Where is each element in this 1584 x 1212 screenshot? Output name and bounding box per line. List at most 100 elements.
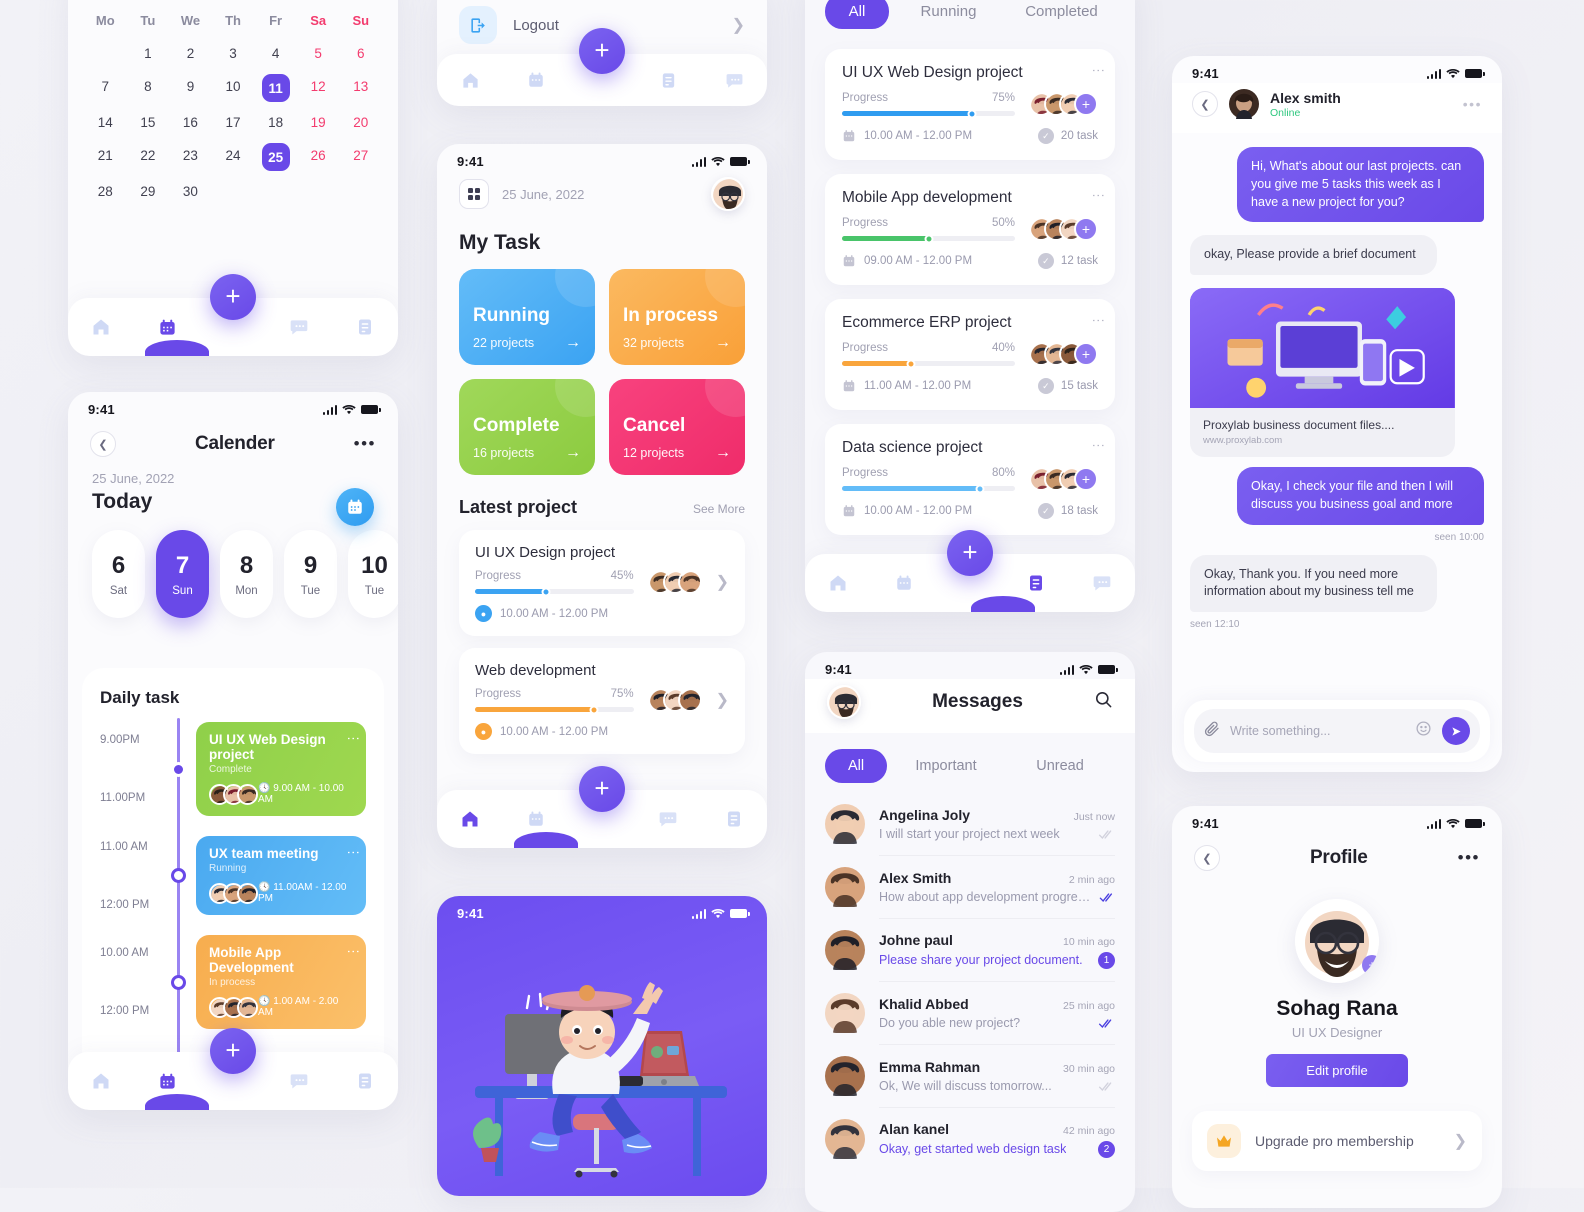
calendar-day[interactable]: 1: [127, 37, 170, 70]
message-list-item[interactable]: Emma Rahman 30 min ago Ok, We will discuss…: [805, 1045, 1135, 1107]
add-photo-icon[interactable]: +: [1362, 955, 1379, 975]
add-button[interactable]: +: [579, 28, 625, 74]
task-menu-icon[interactable]: ⋮: [346, 945, 361, 958]
avatar[interactable]: [711, 177, 745, 211]
project-card[interactable]: ⋮ Data science project Progress 80% +10.00 A…: [825, 424, 1115, 535]
add-member-button[interactable]: +: [1074, 92, 1098, 116]
avatar[interactable]: +: [1295, 899, 1379, 983]
grid-menu-button[interactable]: [459, 179, 489, 209]
nav-chat-icon[interactable]: [1091, 572, 1113, 594]
calendar-day[interactable]: 10: [212, 70, 255, 106]
back-button[interactable]: ❮: [1192, 91, 1218, 117]
nav-home-icon[interactable]: [827, 572, 849, 594]
more-options-icon[interactable]: •••: [1463, 97, 1482, 111]
back-button[interactable]: ❮: [90, 431, 116, 457]
nav-doc-icon[interactable]: [723, 808, 745, 830]
add-button[interactable]: +: [210, 1028, 256, 1074]
send-button[interactable]: [1442, 717, 1470, 745]
calendar-day[interactable]: 19: [297, 106, 340, 139]
project-filter-tabs[interactable]: All Running Completed: [805, 0, 1135, 35]
see-more-link[interactable]: See More: [693, 502, 745, 516]
upgrade-pro-row[interactable]: Upgrade pro membership ❯: [1192, 1111, 1482, 1171]
calendar-day[interactable]: 23: [169, 139, 212, 175]
project-card[interactable]: Web development Progress 75% ❯ ● 10.00 AM - 1…: [459, 648, 745, 754]
message-input[interactable]: Write something...: [1230, 724, 1405, 738]
calendar-day[interactable]: 28: [84, 175, 127, 208]
nav-home-icon[interactable]: [459, 808, 481, 830]
message-list-item[interactable]: Khalid Abbed 25 min ago Do you able new pr…: [805, 982, 1135, 1044]
calendar-day[interactable]: 26: [297, 139, 340, 175]
project-menu-icon[interactable]: ⋮: [1091, 439, 1106, 452]
edit-profile-button[interactable]: Edit profile: [1266, 1054, 1408, 1087]
calendar-day[interactable]: 6: [339, 37, 382, 70]
calendar-day-selected[interactable]: 11: [261, 74, 290, 102]
project-menu-icon[interactable]: ⋮: [1091, 189, 1106, 202]
calendar-day[interactable]: 16: [169, 106, 212, 139]
message-tab[interactable]: All: [825, 749, 887, 783]
message-tab[interactable]: Unread: [1005, 749, 1115, 783]
task-tile[interactable]: Running 22 projects →: [459, 269, 595, 365]
emoji-icon[interactable]: [1415, 720, 1432, 742]
calendar-day[interactable]: 20: [339, 106, 382, 139]
calendar-day[interactable]: 11: [254, 70, 297, 106]
task-tile[interactable]: Cancel 12 projects →: [609, 379, 745, 475]
task-tile[interactable]: Complete 16 projects →: [459, 379, 595, 475]
back-button[interactable]: ❮: [1194, 845, 1220, 871]
nav-doc-icon[interactable]: [1025, 572, 1047, 594]
add-button[interactable]: +: [947, 530, 993, 576]
nav-home-icon[interactable]: [90, 316, 112, 338]
calendar-day[interactable]: 25: [254, 139, 297, 175]
calendar-day[interactable]: 29: [127, 175, 170, 208]
add-member-button[interactable]: +: [1074, 217, 1098, 241]
calendar-day[interactable]: 2: [169, 37, 212, 70]
nav-doc-icon[interactable]: [354, 1070, 376, 1092]
project-card[interactable]: ⋮ Ecommerce ERP project Progress 40% +11.00 …: [825, 299, 1115, 410]
day-chip[interactable]: 8 Mon: [220, 530, 273, 618]
calendar-day[interactable]: 12: [297, 70, 340, 106]
attachment-icon[interactable]: [1204, 721, 1220, 742]
message-list-item[interactable]: Johne paul 10 min ago Please share your pr…: [805, 919, 1135, 981]
message-filter-tabs[interactable]: All Important Unread: [805, 733, 1135, 793]
message-list-item[interactable]: Alan kanel 42 min ago Okay, get started we…: [805, 1108, 1135, 1170]
calendar-day[interactable]: 4: [254, 37, 297, 70]
calendar-day[interactable]: 30: [169, 175, 212, 208]
calendar-day[interactable]: 27: [339, 139, 382, 175]
calendar-day[interactable]: 24: [212, 139, 255, 175]
nav-chat-icon[interactable]: [657, 808, 679, 830]
nav-calendar-icon[interactable]: [525, 69, 547, 91]
add-member-button[interactable]: +: [1074, 467, 1098, 491]
calendar-day[interactable]: 22: [127, 139, 170, 175]
day-strip[interactable]: 6 Sat 7 Sun 8 Mon 9 Tue 10 Tue: [68, 514, 398, 636]
task-card[interactable]: ⋮ UI UX Web Design project Complete 🕓 9.00 …: [196, 722, 366, 816]
project-menu-icon[interactable]: ⋮: [1091, 314, 1106, 327]
project-tab[interactable]: All: [825, 0, 889, 29]
calendar-day[interactable]: 14: [84, 106, 127, 139]
day-chip[interactable]: 9 Tue: [284, 530, 337, 618]
more-options-icon[interactable]: •••: [354, 435, 376, 452]
project-card[interactable]: ⋮ Mobile App development Progress 50% +09.00…: [825, 174, 1115, 285]
calendar-day[interactable]: 21: [84, 139, 127, 175]
day-chip[interactable]: 6 Sat: [92, 530, 145, 618]
nav-chat-icon[interactable]: [288, 316, 310, 338]
calendar-day[interactable]: 18: [254, 106, 297, 139]
calendar-day[interactable]: 15: [127, 106, 170, 139]
day-chip[interactable]: 7 Sun: [156, 530, 209, 618]
nav-chat-icon[interactable]: [288, 1070, 310, 1092]
task-card[interactable]: ⋮ Mobile App Development In process 🕓 1.00 …: [196, 935, 366, 1029]
nav-calendar-icon[interactable]: [156, 1070, 178, 1092]
project-menu-icon[interactable]: ⋮: [1091, 64, 1106, 77]
task-tile[interactable]: In process 32 projects →: [609, 269, 745, 365]
project-card[interactable]: ⋮ UI UX Web Design project Progress 75% +10.…: [825, 49, 1115, 160]
add-button[interactable]: +: [210, 274, 256, 320]
task-menu-icon[interactable]: ⋮: [346, 846, 361, 859]
nav-calendar-icon[interactable]: [156, 316, 178, 338]
nav-doc-icon[interactable]: [354, 316, 376, 338]
calendar-day[interactable]: 13: [339, 70, 382, 106]
calendar-day[interactable]: 5: [297, 37, 340, 70]
calendar-day[interactable]: 3: [212, 37, 255, 70]
calendar-day[interactable]: 7: [84, 70, 127, 106]
calendar-day[interactable]: 8: [127, 70, 170, 106]
calendar-picker-button[interactable]: [336, 488, 374, 526]
message-list-item[interactable]: Alex Smith 2 min ago How about app develop…: [805, 856, 1135, 918]
nav-doc-icon[interactable]: [657, 69, 679, 91]
